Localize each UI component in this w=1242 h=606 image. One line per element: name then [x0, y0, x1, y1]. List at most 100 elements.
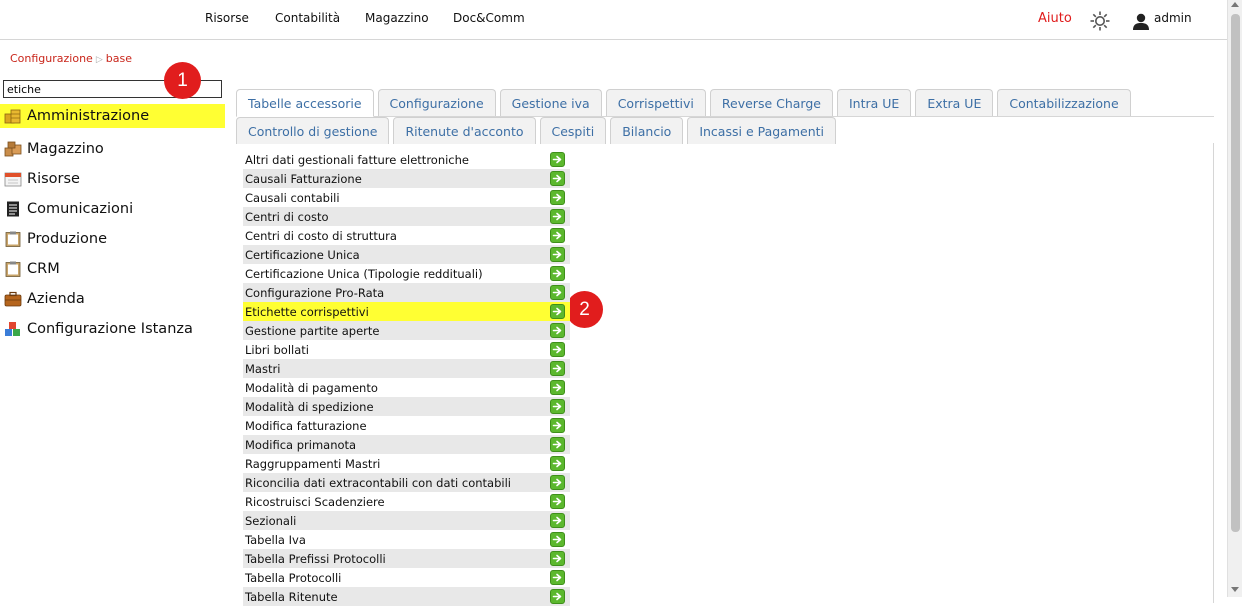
tree-item-configurazione-istanza[interactable]: Configurazione Istanza [0, 314, 225, 344]
list-item[interactable]: Gestione partite aperte [243, 321, 570, 340]
tree-item-risorse[interactable]: Risorse [0, 164, 225, 194]
list-item-label: Certificazione Unica [245, 247, 360, 262]
open-arrow-icon[interactable] [550, 494, 565, 509]
breadcrumb-configurazione[interactable]: Configurazione [10, 52, 93, 65]
open-arrow-icon[interactable] [550, 475, 565, 490]
list-item[interactable]: Certificazione Unica (Tipologie redditua… [243, 264, 570, 283]
tree-item-amministrazione[interactable]: Amministrazione [0, 104, 225, 128]
open-arrow-icon[interactable] [550, 304, 565, 319]
tree-label: Risorse [27, 171, 80, 187]
open-arrow-icon[interactable] [550, 513, 565, 528]
table-list: Altri dati gestionali fatture elettronic… [243, 150, 570, 606]
list-item[interactable]: Causali Fatturazione [243, 169, 570, 188]
open-arrow-icon[interactable] [550, 418, 565, 433]
nav-risorse[interactable]: Risorse [205, 11, 249, 25]
open-arrow-icon[interactable] [550, 570, 565, 585]
list-item[interactable]: Modalità di pagamento [243, 378, 570, 397]
breadcrumb-base[interactable]: base [106, 52, 132, 65]
open-arrow-icon[interactable] [550, 171, 565, 186]
scroll-down-icon[interactable] [1231, 587, 1239, 592]
list-item-label: Modalità di spedizione [245, 399, 374, 414]
list-item[interactable]: Ricostruisci Scadenziere [243, 492, 570, 511]
open-arrow-icon[interactable] [550, 380, 565, 395]
tab-extra-ue[interactable]: Extra UE [915, 89, 994, 116]
list-item[interactable]: Configurazione Pro-Rata [243, 283, 570, 302]
list-item[interactable]: Sezionali [243, 511, 570, 530]
scrollbar-thumb[interactable] [1231, 14, 1240, 532]
list-item[interactable]: Certificazione Unica [243, 245, 570, 264]
open-arrow-icon[interactable] [550, 361, 565, 376]
breadcrumb: Configurazione ▷ base [10, 52, 132, 65]
list-item[interactable]: Centri di costo di struttura [243, 226, 570, 245]
tab-corrispettivi[interactable]: Corrispettivi [605, 89, 706, 116]
list-item[interactable]: Tabella Prefissi Protocolli [243, 549, 570, 568]
open-arrow-icon[interactable] [550, 190, 565, 205]
tab-cespiti[interactable]: Cespiti [539, 117, 607, 144]
list-item[interactable]: Modalità di spedizione [243, 397, 570, 416]
tree-item-produzione[interactable]: Produzione [0, 224, 225, 254]
list-item[interactable]: Causali contabili [243, 188, 570, 207]
list-item[interactable]: Tabella Iva [243, 530, 570, 549]
list-item-label: Libri bollati [245, 342, 309, 357]
open-arrow-icon[interactable] [550, 323, 565, 338]
list-item[interactable]: Riconcilia dati extracontabili con dati … [243, 473, 570, 492]
tab-contabilizzazione[interactable]: Contabilizzazione [997, 89, 1131, 116]
tab-gestione-iva[interactable]: Gestione iva [499, 89, 602, 116]
tab-row-1: Tabelle accessorie Configurazione Gestio… [236, 89, 1214, 117]
open-arrow-icon[interactable] [550, 456, 565, 471]
clipboard-icon [4, 261, 22, 277]
list-item[interactable]: Mastri [243, 359, 570, 378]
tab-controllo-di-gestione[interactable]: Controllo di gestione [236, 117, 390, 144]
tab-tabelle-accessorie[interactable]: Tabelle accessorie [236, 89, 374, 117]
tab-configurazione[interactable]: Configurazione [377, 89, 496, 116]
nav-contabilita[interactable]: Contabilità [275, 11, 340, 25]
list-item-label: Etichette corrispettivi [245, 304, 369, 319]
tab-reverse-charge[interactable]: Reverse Charge [709, 89, 833, 116]
tab-incassi-e-pagamenti[interactable]: Incassi e Pagamenti [687, 117, 836, 144]
tree-item-magazzino[interactable]: Magazzino [0, 134, 225, 164]
tree-item-crm[interactable]: CRM [0, 254, 225, 284]
open-arrow-icon[interactable] [550, 342, 565, 357]
help-link[interactable]: Aiuto [1038, 11, 1072, 26]
tree-item-comunicazioni[interactable]: Comunicazioni [0, 194, 225, 224]
list-item-label: Altri dati gestionali fatture elettronic… [245, 152, 469, 167]
nav-magazzino[interactable]: Magazzino [365, 11, 429, 25]
list-item[interactable]: Raggruppamenti Mastri [243, 454, 570, 473]
list-item[interactable]: Etichette corrispettivi [243, 302, 570, 321]
open-arrow-icon[interactable] [550, 285, 565, 300]
open-arrow-icon[interactable] [550, 152, 565, 167]
document-icon [4, 201, 22, 217]
user-menu[interactable]: admin [1131, 11, 1192, 31]
list-item[interactable]: Altri dati gestionali fatture elettronic… [243, 150, 570, 169]
open-arrow-icon[interactable] [550, 266, 565, 281]
list-item[interactable]: Modifica primanota [243, 435, 570, 454]
tab-bilancio[interactable]: Bilancio [610, 117, 684, 144]
open-arrow-icon[interactable] [550, 228, 565, 243]
tab-intra-ue[interactable]: Intra UE [836, 89, 912, 116]
open-arrow-icon[interactable] [550, 209, 565, 224]
list-item[interactable]: Modifica fatturazione [243, 416, 570, 435]
scroll-up-icon[interactable] [1231, 2, 1239, 7]
tab-ritenute-d-acconto[interactable]: Ritenute d'acconto [393, 117, 536, 144]
nav-doc-comm[interactable]: Doc&Comm [453, 11, 525, 25]
gear-icon[interactable] [1089, 10, 1111, 32]
open-arrow-icon[interactable] [550, 399, 565, 414]
boxes-icon [4, 141, 22, 157]
open-arrow-icon[interactable] [550, 247, 565, 262]
vertical-scrollbar[interactable] [1227, 0, 1242, 597]
tab-row-2: Controllo di gestione Ritenute d'acconto… [236, 117, 1214, 144]
open-arrow-icon[interactable] [550, 437, 565, 452]
open-arrow-icon[interactable] [550, 551, 565, 566]
open-arrow-icon[interactable] [550, 532, 565, 547]
list-item-label: Tabella Protocolli [245, 570, 342, 585]
blocks-icon [4, 321, 22, 337]
list-item-label: Modifica primanota [245, 437, 357, 452]
list-item-label: Causali contabili [245, 190, 340, 205]
list-item[interactable]: Tabella Protocolli [243, 568, 570, 587]
list-item[interactable]: Libri bollati [243, 340, 570, 359]
tree-label: CRM [27, 261, 60, 277]
user-icon [1133, 13, 1149, 30]
list-item[interactable]: Centri di costo [243, 207, 570, 226]
tree-label: Azienda [27, 291, 85, 307]
tree-item-azienda[interactable]: Azienda [0, 284, 225, 314]
